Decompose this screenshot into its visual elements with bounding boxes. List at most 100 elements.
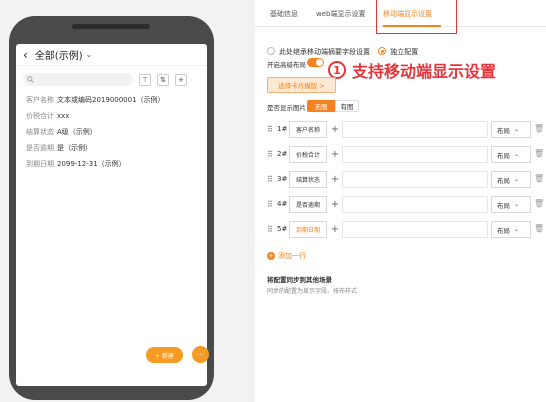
phone-record-card[interactable]: 客户名称 文本或编码2019000001（示例） 价税合计 xxx 结算状态 A… <box>16 86 207 169</box>
active-tab-underline <box>383 25 441 27</box>
field-row: ⠿ 3# 结算状态 + 布局 ⌄ 🗑 <box>267 171 544 188</box>
field-row: ⠿ 5# 到期日期 + 布局 ⌄ 🗑 <box>267 221 544 238</box>
add-row-button[interactable]: + 添加一行 <box>267 251 306 261</box>
sync-section-title: 将配置同步到其他场景 <box>267 276 332 284</box>
radio-inherit-label: 此处继承移动端摘要字段设置 <box>279 48 370 56</box>
phone-field-label: 是否逾期 <box>26 144 54 152</box>
radio-independent-label: 独立配置 <box>390 48 419 56</box>
search-input[interactable] <box>23 73 133 86</box>
row-empty-slot[interactable] <box>342 121 488 138</box>
drag-handle-icon[interactable]: ⠿ <box>267 200 273 209</box>
phone-field-label: 客户名称 <box>26 96 54 104</box>
tab-basic-info[interactable]: 基础信息 <box>270 9 298 19</box>
row-index: 5# <box>277 225 288 233</box>
screenshot-stage: ‹ 全部(示例) ⌄ ⊤ ⇅ + 客户名称 文本或编码2019000001（示例… <box>0 0 546 402</box>
row-empty-slot[interactable] <box>342 196 488 213</box>
new-record-button[interactable]: + 新建 <box>146 347 183 363</box>
phone-field-value: 是（示例） <box>57 144 92 152</box>
tab-web-display[interactable]: web端显示设置 <box>316 9 365 19</box>
trash-icon[interactable]: 🗑 <box>534 149 544 158</box>
filter-icon[interactable]: ⊤ <box>139 73 151 86</box>
phone-field: 价税合计 xxx <box>26 113 207 121</box>
radio-inherit-option[interactable]: 此处继承移动端摘要字段设置 <box>267 47 372 56</box>
row-layout-label: 布局 <box>497 151 510 160</box>
row-layout-label: 布局 <box>497 176 510 185</box>
add-field-icon[interactable]: + <box>329 171 341 188</box>
chevron-down-icon: ⌄ <box>514 201 520 208</box>
row-index: 3# <box>277 175 288 183</box>
add-icon[interactable]: + <box>175 73 187 86</box>
sort-icon[interactable]: ⇅ <box>157 73 169 86</box>
drag-handle-icon[interactable]: ⠿ <box>267 125 273 134</box>
advanced-layout-label: 开启高级布局 <box>267 61 306 69</box>
add-field-icon[interactable]: + <box>329 146 341 163</box>
more-button[interactable]: ··· <box>192 346 209 363</box>
phone-header: ‹ 全部(示例) ⌄ <box>16 44 207 66</box>
no-image-option[interactable]: 无图 <box>307 100 335 112</box>
row-empty-slot[interactable] <box>342 171 488 188</box>
with-image-option[interactable]: 有图 <box>335 100 359 112</box>
row-layout-select[interactable]: 布局 ⌄ <box>491 121 531 138</box>
phone-field-label: 到期日期 <box>26 160 54 168</box>
search-icon <box>27 76 34 83</box>
row-layout-select[interactable]: 布局 ⌄ <box>491 171 531 188</box>
row-layout-select[interactable]: 布局 ⌄ <box>491 196 531 213</box>
row-field-select[interactable]: 到期日期 <box>289 221 327 238</box>
row-field-select[interactable]: 价税合计 <box>289 146 327 163</box>
phone-screen: ‹ 全部(示例) ⌄ ⊤ ⇅ + 客户名称 文本或编码2019000001（示例… <box>16 44 207 386</box>
phone-field-value: 文本或编码2019000001（示例） <box>57 96 165 104</box>
row-index: 2# <box>277 150 288 158</box>
row-empty-slot[interactable] <box>342 146 488 163</box>
phone-field-label: 价税合计 <box>26 112 54 120</box>
add-field-icon[interactable]: + <box>329 196 341 213</box>
row-field-select[interactable]: 结算状态 <box>289 171 327 188</box>
chevron-down-icon: ⌄ <box>514 126 520 133</box>
phone-field: 结算状态 A级（示例） <box>26 129 207 137</box>
field-row: ⠿ 4# 是否逾期 + 布局 ⌄ 🗑 <box>267 196 544 213</box>
trash-icon[interactable]: 🗑 <box>534 199 544 208</box>
radio-unchecked-icon <box>267 47 275 55</box>
row-field-select[interactable]: 是否逾期 <box>289 196 327 213</box>
radio-checked-icon <box>378 47 387 55</box>
choose-card-template-button[interactable]: 选择卡片模版 > <box>267 77 336 93</box>
row-index: 1# <box>277 125 288 133</box>
radio-independent-option[interactable]: 独立配置 <box>378 47 419 56</box>
advanced-layout-toggle[interactable] <box>307 58 324 67</box>
row-layout-select[interactable]: 布局 ⌄ <box>491 221 531 238</box>
trash-icon[interactable]: 🗑 <box>534 174 544 183</box>
row-layout-label: 布局 <box>497 126 510 135</box>
row-field-select[interactable]: 客户名称 <box>289 121 327 138</box>
field-row: ⠿ 1# 客户名称 + 布局 ⌄ 🗑 <box>267 121 544 138</box>
chevron-down-icon: ⌄ <box>514 176 520 183</box>
phone-preview: ‹ 全部(示例) ⌄ ⊤ ⇅ + 客户名称 文本或编码2019000001（示例… <box>9 16 214 400</box>
add-field-icon[interactable]: + <box>329 221 341 238</box>
annotation-text: 支持移动端显示设置 <box>352 62 497 81</box>
trash-icon[interactable]: 🗑 <box>534 124 544 133</box>
drag-handle-icon[interactable]: ⠿ <box>267 175 273 184</box>
phone-title[interactable]: 全部(示例) <box>35 47 83 62</box>
row-layout-select[interactable]: 布局 ⌄ <box>491 146 531 163</box>
phone-notch <box>72 24 150 29</box>
phone-field: 客户名称 文本或编码2019000001（示例） <box>26 97 207 105</box>
row-empty-slot[interactable] <box>342 221 488 238</box>
add-field-icon[interactable]: + <box>329 121 341 138</box>
row-layout-label: 布局 <box>497 201 510 210</box>
drag-handle-icon[interactable]: ⠿ <box>267 150 273 159</box>
chevron-down-icon: ⌄ <box>514 226 520 233</box>
row-index: 4# <box>277 200 288 208</box>
annotation-callout: 1 支持移动端显示设置 <box>328 58 496 82</box>
source-radio-group: 此处继承移动端摘要字段设置 独立配置 <box>267 39 418 58</box>
phone-field-value: A级（示例） <box>57 128 97 136</box>
phone-field-value: xxx <box>57 112 70 120</box>
phone-field: 是否逾期 是（示例） <box>26 145 207 153</box>
chevron-down-icon[interactable]: ⌄ <box>86 50 93 59</box>
show-image-label: 是否显示图片 <box>267 104 306 112</box>
drag-handle-icon[interactable]: ⠿ <box>267 225 273 234</box>
phone-search-row: ⊤ ⇅ + <box>16 66 207 86</box>
chevron-left-icon[interactable]: ‹ <box>23 48 28 62</box>
trash-icon[interactable]: 🗑 <box>534 224 544 233</box>
add-row-label: 添加一行 <box>278 252 306 260</box>
field-row: ⠿ 2# 价税合计 + 布局 ⌄ 🗑 <box>267 146 544 163</box>
tab-mobile-display[interactable]: 移动端显示设置 <box>383 9 432 19</box>
row-layout-label: 布局 <box>497 226 510 235</box>
